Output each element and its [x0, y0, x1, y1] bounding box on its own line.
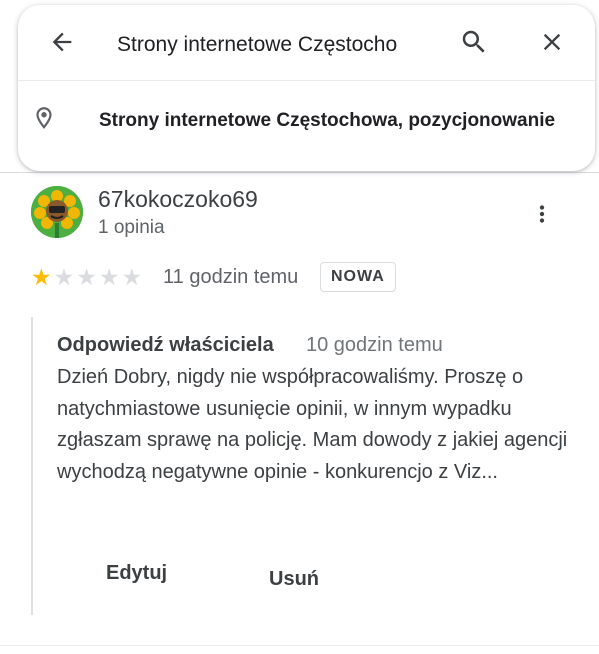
review-time: 11 godzin temu — [163, 266, 299, 288]
back-button[interactable] — [42, 22, 82, 62]
star-icon: ★ — [98, 264, 120, 290]
search-input[interactable]: Strony internetowe Częstocho — [117, 30, 431, 60]
divider — [0, 172, 599, 173]
owner-reply-text: Dzień Dobry, nigdy nie współpracowaliśmy… — [57, 366, 568, 483]
reply-indent-bar — [31, 317, 33, 615]
search-bar: Strony internetowe Częstocho — [18, 5, 595, 80]
divider — [0, 645, 599, 646]
location-pin-icon — [36, 107, 52, 129]
delete-reply-button[interactable]: Usuń — [269, 565, 319, 593]
avatar[interactable] — [31, 186, 83, 238]
edit-reply-button[interactable]: Edytuj — [106, 559, 167, 587]
owner-reply-title: Odpowiedź właściciela — [57, 334, 274, 356]
star-icon: ★ — [53, 264, 75, 290]
more-options-button[interactable] — [524, 196, 560, 232]
suggestion-label: Strony internetowe Częstochowa, pozycjon… — [99, 110, 556, 131]
reviewer-name[interactable]: 67kokoczoko69 — [98, 184, 258, 214]
search-button[interactable] — [454, 22, 494, 62]
close-button[interactable] — [532, 22, 572, 62]
star-icon: ★ — [121, 264, 143, 290]
star-rating: ★ ★ ★ ★ ★ — [31, 265, 142, 289]
arrow-back-icon — [52, 32, 72, 52]
search-icon — [462, 30, 485, 53]
star-icon: ★ — [31, 264, 52, 290]
star-icon: ★ — [76, 264, 97, 290]
reviewer-review-count: 1 opinia — [98, 217, 165, 238]
sunflower-avatar-image — [31, 186, 83, 238]
more-vert-icon — [539, 205, 545, 223]
close-icon — [543, 33, 561, 51]
new-badge: NOWA — [320, 262, 396, 292]
owner-reply-time: 10 godzin temu — [306, 334, 443, 356]
